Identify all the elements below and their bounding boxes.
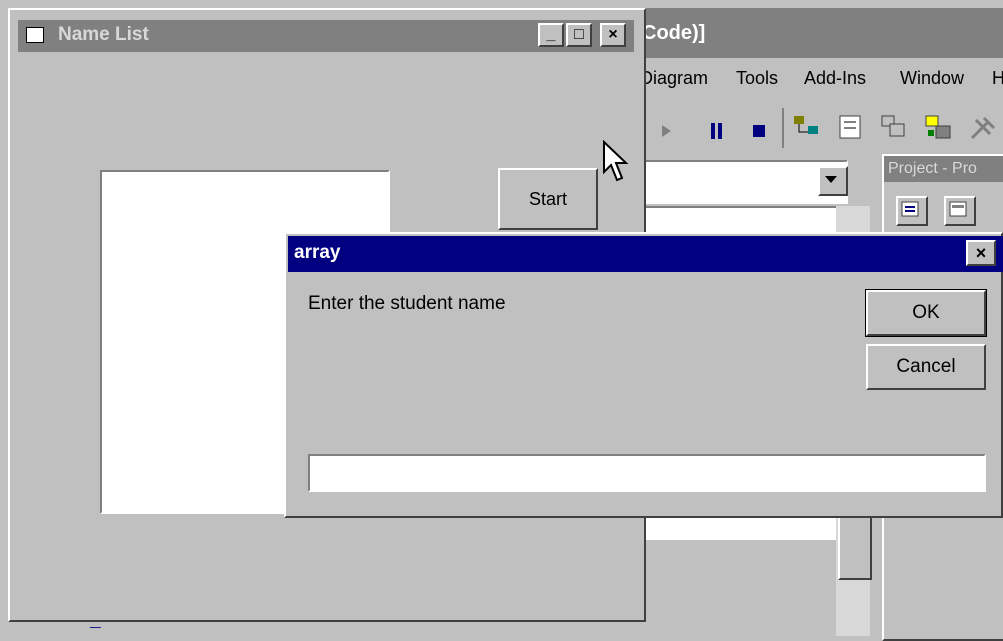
scrollbar-thumb[interactable] xyxy=(838,510,872,580)
dialog-titlebar xyxy=(288,236,1003,272)
view-code-icon xyxy=(901,201,919,217)
combo-dropdown-button[interactable] xyxy=(818,166,848,196)
run-icon[interactable] xyxy=(660,124,672,138)
project-explorer-icon[interactable] xyxy=(792,112,824,142)
minimize-button[interactable]: _ xyxy=(538,23,564,47)
toolbox-icon[interactable] xyxy=(966,110,1000,144)
form-title: Name List xyxy=(58,24,149,45)
form-app-icon xyxy=(26,27,44,43)
ok-button[interactable]: OK xyxy=(865,289,987,337)
chevron-down-icon xyxy=(825,176,837,183)
menu-tools[interactable]: Tools xyxy=(736,68,778,89)
menu-window[interactable]: Window xyxy=(900,68,964,89)
ide-toolbar xyxy=(640,102,1003,154)
toolbar-separator xyxy=(782,108,784,148)
project-panel-title: Project - Pro xyxy=(884,156,1003,182)
menu-diagram[interactable]: Diagram xyxy=(640,68,708,89)
pause-icon[interactable] xyxy=(710,122,724,140)
ide-title: Code)] xyxy=(642,22,706,44)
close-button[interactable]: × xyxy=(600,23,626,47)
properties-window-icon[interactable] xyxy=(836,112,868,142)
view-object-icon xyxy=(949,201,967,217)
maximize-button[interactable]: □ xyxy=(566,23,592,47)
menu-help[interactable]: H xyxy=(992,68,1003,89)
dialog-close-button[interactable]: × xyxy=(966,240,996,266)
student-name-input[interactable] xyxy=(308,454,986,492)
view-code-button[interactable] xyxy=(896,196,928,226)
menu-add-ins[interactable]: Add-Ins xyxy=(804,68,866,89)
mouse-pointer-icon xyxy=(603,140,629,182)
cancel-button[interactable]: Cancel xyxy=(866,344,986,390)
view-object-button[interactable] xyxy=(944,196,976,226)
start-button[interactable]: Start xyxy=(498,168,598,230)
dialog-prompt: Enter the student name xyxy=(308,293,506,314)
form-layout-icon[interactable] xyxy=(878,112,910,142)
stop-icon[interactable] xyxy=(752,124,766,138)
object-browser-icon[interactable] xyxy=(922,110,956,144)
dialog-title: array xyxy=(294,242,341,263)
